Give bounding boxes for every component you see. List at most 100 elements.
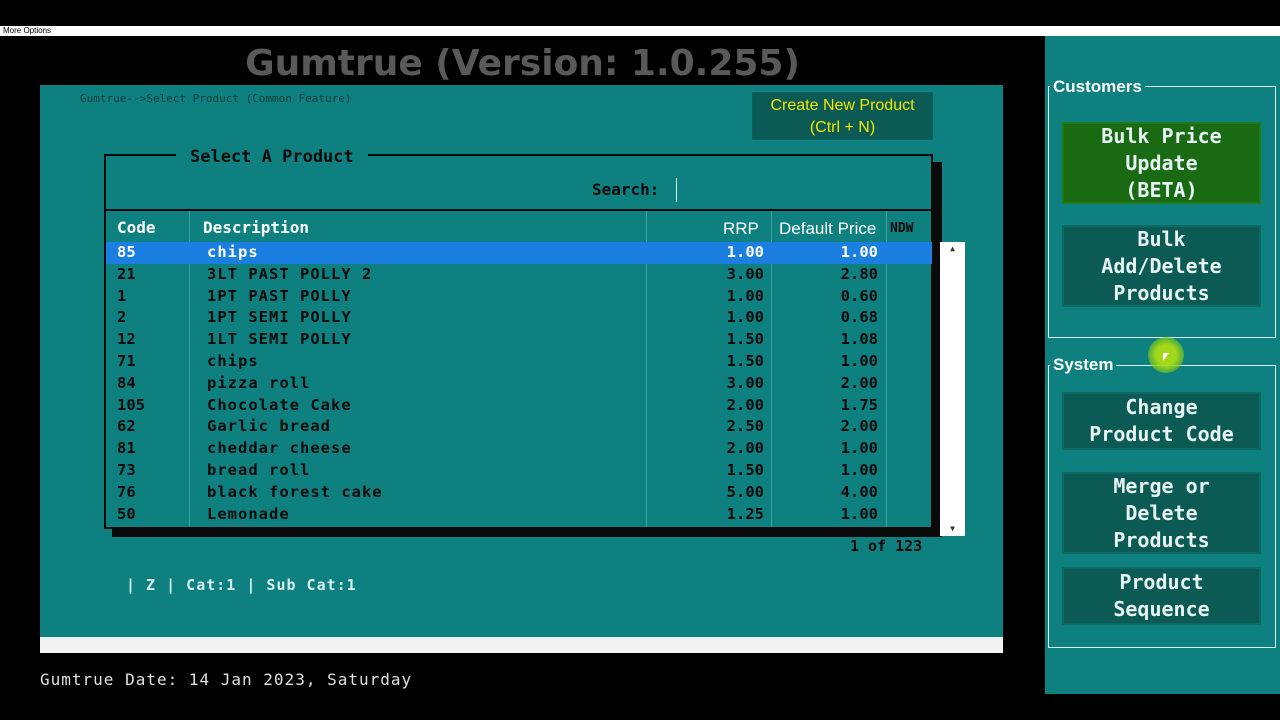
button-line: Products (1113, 280, 1210, 305)
cell-code: 81 (117, 439, 136, 458)
cell-description: chips (207, 351, 259, 370)
cell-code: 105 (117, 395, 145, 414)
cell-default-price: 1.75 (840, 395, 878, 414)
cell-description: 1PT SEMI POLLY (207, 308, 352, 327)
page-indicator: 1 of 123 (850, 537, 923, 555)
cell-rrp: 5.00 (726, 482, 764, 501)
product-sequence-button[interactable]: Product Sequence (1062, 567, 1261, 625)
table-row[interactable]: 2 1PT SEMI POLLY 1.00 0.68 (106, 307, 932, 329)
change-product-code-button[interactable]: Change Product Code (1062, 392, 1261, 450)
table-row[interactable]: 50 Lemonade 1.25 1.00 (106, 504, 932, 526)
button-line: Product Code (1089, 422, 1234, 446)
cell-rrp: 3.00 (726, 264, 764, 283)
table-row[interactable]: 81 cheddar cheese 2.00 1.00 (106, 438, 932, 460)
cell-description: pizza roll (207, 373, 311, 392)
cell-description: cheddar cheese (207, 439, 352, 458)
cell-description: Garlic bread (207, 417, 331, 436)
cell-default-price: 0.68 (840, 308, 878, 327)
customers-group-label: Customers (1050, 77, 1145, 97)
table-row[interactable]: 62 Garlic bread 2.50 2.00 (106, 416, 932, 438)
table-row[interactable]: 12 1LT SEMI POLLY 1.50 1.08 (106, 329, 932, 351)
create-new-product-button[interactable]: Create New Product (Ctrl + N) (752, 92, 933, 140)
cell-code: 1 (117, 286, 127, 305)
cell-code: 76 (117, 482, 136, 501)
cell-default-price: 1.00 (840, 460, 878, 479)
cell-description: chips (207, 243, 259, 261)
cell-rrp: 1.00 (726, 243, 764, 261)
cell-default-price: 2.00 (840, 417, 878, 436)
cell-description: bread roll (207, 460, 311, 479)
button-line: Change (1125, 395, 1198, 419)
cell-rrp: 1.50 (726, 351, 764, 370)
cell-code: 62 (117, 417, 136, 436)
cell-description: 1LT SEMI POLLY (207, 330, 352, 349)
more-options-menu[interactable]: More Options (0, 26, 1280, 36)
cell-description: Lemonade (207, 504, 290, 523)
cell-code: 12 (117, 330, 136, 349)
cell-default-price: 0.60 (840, 286, 878, 305)
button-line: Bulk (1137, 226, 1186, 251)
cell-code: 84 (117, 373, 136, 392)
cell-default-price: 1.00 (840, 243, 878, 261)
status-bar (40, 637, 1003, 653)
table-row[interactable]: 85 chips 1.00 1.00 (106, 242, 932, 264)
column-header-rrp[interactable]: RRP (723, 219, 759, 239)
column-header-code[interactable]: Code (117, 218, 156, 237)
table-row[interactable]: 105 Chocolate Cake 2.00 1.75 (106, 395, 932, 417)
cell-code: 2 (117, 308, 127, 327)
cell-rrp: 2.00 (726, 395, 764, 414)
gumtrue-date: Gumtrue Date: 14 Jan 2023, Saturday (40, 670, 413, 689)
category-status: | Z | Cat:1 | Sub Cat:1 (126, 576, 357, 594)
cell-description: 3LT PAST POLLY 2 (207, 264, 373, 283)
table-row[interactable]: 73 bread roll 1.50 1.00 (106, 460, 932, 482)
button-line: Bulk Price (1101, 123, 1222, 148)
header-divider (106, 209, 932, 211)
create-button-label: Create New Product (770, 97, 915, 114)
column-header-ndw[interactable]: NDW (890, 221, 913, 236)
scroll-up-arrow-icon[interactable]: ▲ (946, 244, 959, 254)
cell-code: 73 (117, 460, 136, 479)
cell-rrp: 1.00 (726, 286, 764, 305)
cell-rrp: 1.00 (726, 308, 764, 327)
mouse-pointer-icon (1163, 353, 1169, 361)
search-input[interactable] (676, 178, 923, 202)
scroll-down-arrow-icon[interactable]: ▼ (946, 524, 959, 534)
table-row[interactable]: 76 black forest cake 5.00 4.00 (106, 482, 932, 504)
column-header-default-price[interactable]: Default Price (779, 219, 876, 239)
cell-description: black forest cake (207, 482, 383, 501)
bulk-price-update-button[interactable]: Bulk Price Update (BETA) (1062, 122, 1261, 204)
search-label: Search: (592, 180, 660, 199)
button-line: Add/Delete (1101, 253, 1222, 278)
button-line: Product (1119, 570, 1204, 594)
system-group-label: System (1050, 355, 1117, 375)
product-table: 85 chips 1.00 1.00 21 3LT PAST POLLY 2 3.00 2.8… (106, 242, 932, 525)
cell-code: 50 (117, 504, 136, 523)
table-row[interactable]: 84 pizza roll 3.00 2.00 (106, 373, 932, 395)
table-row[interactable]: 21 3LT PAST POLLY 2 3.00 2.80 (106, 264, 932, 286)
cell-default-price: 2.80 (840, 264, 878, 283)
create-button-shortcut: (Ctrl + N) (809, 119, 876, 136)
cell-code: 21 (117, 264, 136, 283)
breadcrumb: Gumtrue-->Select Product (Common Feature… (80, 92, 352, 105)
table-row[interactable]: 1 1PT PAST POLLY 1.00 0.60 (106, 286, 932, 308)
button-line: Merge or (1113, 473, 1210, 498)
panel-title: Select A Product (176, 147, 368, 167)
cell-code: 85 (117, 243, 136, 261)
button-line: (BETA) (1125, 177, 1198, 202)
button-line: Delete (1125, 500, 1198, 525)
button-line: Update (1125, 150, 1198, 175)
merge-delete-products-button[interactable]: Merge or Delete Products (1062, 472, 1261, 554)
cell-default-price: 1.00 (840, 504, 878, 523)
column-header-description[interactable]: Description (203, 218, 309, 237)
table-row[interactable]: 71 chips 1.50 1.00 (106, 351, 932, 373)
cell-rrp: 3.00 (726, 373, 764, 392)
cell-default-price: 1.00 (840, 351, 878, 370)
app-title: Gumtrue (Version: 1.0.255) (245, 43, 800, 84)
top-black-bar (0, 0, 1280, 26)
button-line: Products (1113, 527, 1210, 552)
cell-code: 71 (117, 351, 136, 370)
cell-description: Chocolate Cake (207, 395, 352, 414)
bulk-add-delete-products-button[interactable]: Bulk Add/Delete Products (1062, 225, 1261, 307)
table-scrollbar[interactable]: ▲ ▼ (940, 242, 965, 536)
cell-default-price: 2.00 (840, 373, 878, 392)
